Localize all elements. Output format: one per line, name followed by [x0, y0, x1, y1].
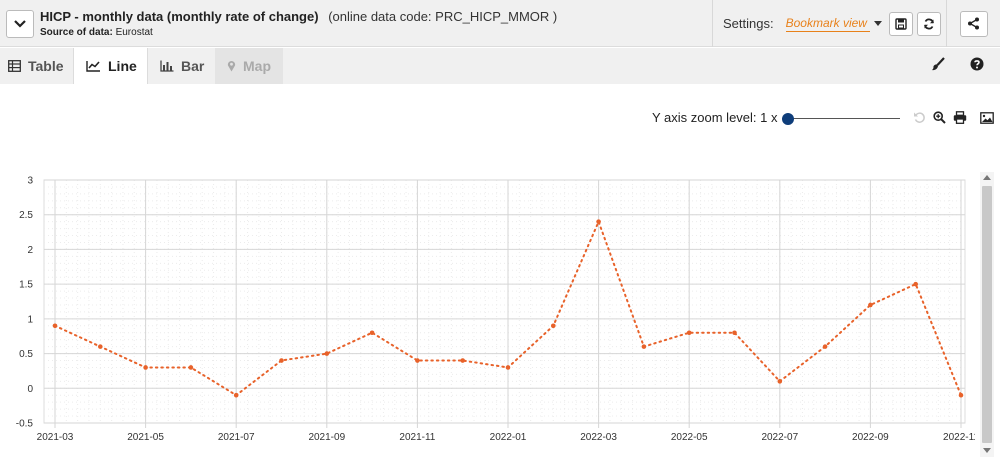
y-tick-label: -0.5 [16, 419, 34, 430]
undo-icon [914, 112, 925, 123]
customize-button[interactable] [931, 57, 945, 76]
tab-bar[interactable]: Bar [148, 48, 215, 84]
data-point [460, 358, 466, 363]
share-button[interactable] [959, 10, 988, 37]
scroll-up-arrow-icon[interactable] [983, 175, 991, 180]
x-tick-label: 2022-07 [761, 432, 798, 443]
x-tick-label: 2021-07 [218, 432, 255, 443]
scrollbar-thumb[interactable] [982, 186, 992, 443]
data-point [732, 330, 737, 336]
tab-table-label: Table [28, 58, 64, 74]
dataset-code: (online data code: PRC_HICP_MMOR ) [328, 9, 558, 24]
tab-bar-label: Bar [181, 58, 205, 74]
settings-label: Settings: [723, 16, 774, 31]
data-point [868, 302, 873, 308]
line-chart: 3 2.5 2 1.5 1 0.5 0 -0.52021-03 2021-05 2021-07 20… [16, 176, 975, 444]
data-point [415, 358, 420, 363]
refresh-button[interactable] [916, 11, 941, 36]
tab-line[interactable]: Line [73, 48, 148, 84]
share-icon [968, 17, 979, 30]
refresh-icon [923, 18, 934, 29]
y-tick-label: 3 [27, 176, 33, 187]
save-button[interactable] [888, 11, 913, 36]
scroll-down-arrow-icon[interactable] [983, 448, 991, 453]
floppy-disk-icon [894, 17, 907, 30]
source-value: Eurostat [115, 27, 153, 38]
y-tick-label: 2 [27, 245, 33, 256]
x-tick-label: 2022-05 [671, 432, 708, 443]
x-tick-label: 2022-01 [490, 432, 527, 443]
settings-group: Settings: Bookmark view [712, 0, 941, 47]
zoom-slider-handle[interactable] [782, 113, 794, 125]
view-tabs: Table Line Bar Map [0, 48, 1000, 84]
y-axis-zoom-label: Y axis zoom level: 1 x [652, 110, 778, 125]
zoom-in-button[interactable] [933, 111, 946, 129]
y-tick-label: 1 [27, 314, 33, 325]
dropdown-caret-icon[interactable] [873, 21, 882, 26]
x-tick-label: 2021-03 [37, 432, 74, 443]
export-image-button[interactable] [980, 111, 994, 129]
reset-zoom-button[interactable] [913, 111, 926, 129]
bar-chart-icon [160, 60, 174, 72]
collapse-button[interactable] [6, 10, 34, 38]
y-tick-label: 1.5 [19, 280, 33, 291]
y-tick-label: 2.5 [19, 210, 33, 221]
data-point [369, 330, 375, 336]
data-point [505, 365, 511, 370]
y-tick-label: 0.5 [19, 349, 33, 360]
data-point [324, 351, 330, 356]
data-point [958, 392, 964, 398]
x-tick-label: 2022-11 [943, 432, 975, 443]
data-point [551, 323, 556, 329]
header-bar: HICP - monthly data (monthly rate of cha… [0, 0, 1000, 47]
image-icon [980, 112, 994, 124]
paint-brush-icon [931, 57, 945, 71]
dataset-title: HICP - monthly data (monthly rate of cha… [40, 9, 319, 24]
printer-icon [953, 111, 967, 124]
tab-table[interactable]: Table [0, 48, 73, 84]
x-tick-label: 2022-09 [852, 432, 889, 443]
table-icon [8, 60, 21, 72]
data-point [143, 365, 148, 370]
data-point [98, 344, 103, 349]
tab-line-label: Line [108, 58, 137, 74]
bookmark-view-select[interactable]: Bookmark view [785, 16, 870, 32]
data-point [52, 323, 58, 329]
source-label: Source of data: [40, 27, 113, 38]
help-button[interactable] [970, 57, 984, 76]
tab-map-label: Map [243, 58, 271, 74]
magnifier-plus-icon [933, 111, 946, 124]
tab-map[interactable]: Map [215, 48, 283, 84]
data-point [279, 358, 284, 363]
data-point [686, 330, 692, 336]
data-point [641, 344, 647, 349]
x-tick-label: 2021-11 [399, 432, 435, 443]
data-point [913, 281, 918, 287]
line-chart-icon [86, 60, 101, 72]
data-point [822, 344, 828, 349]
dataset-title-block: HICP - monthly data (monthly rate of cha… [40, 9, 557, 38]
data-point [233, 392, 239, 398]
x-tick-label: 2022-03 [580, 432, 617, 443]
map-pin-icon [227, 60, 236, 72]
data-point [596, 219, 601, 224]
y-tick-label: 0 [27, 384, 33, 395]
chart-vertical-scrollbar[interactable] [980, 172, 994, 457]
print-button[interactable] [953, 111, 967, 129]
zoom-slider-track[interactable] [788, 118, 900, 119]
x-tick-label: 2021-05 [127, 432, 164, 443]
question-mark-icon [970, 57, 984, 71]
data-point [188, 365, 194, 370]
share-group [946, 0, 1000, 47]
chevron-down-icon [14, 20, 26, 28]
x-tick-label: 2021-09 [308, 432, 345, 443]
plot-area [43, 179, 966, 424]
data-point [777, 379, 783, 384]
